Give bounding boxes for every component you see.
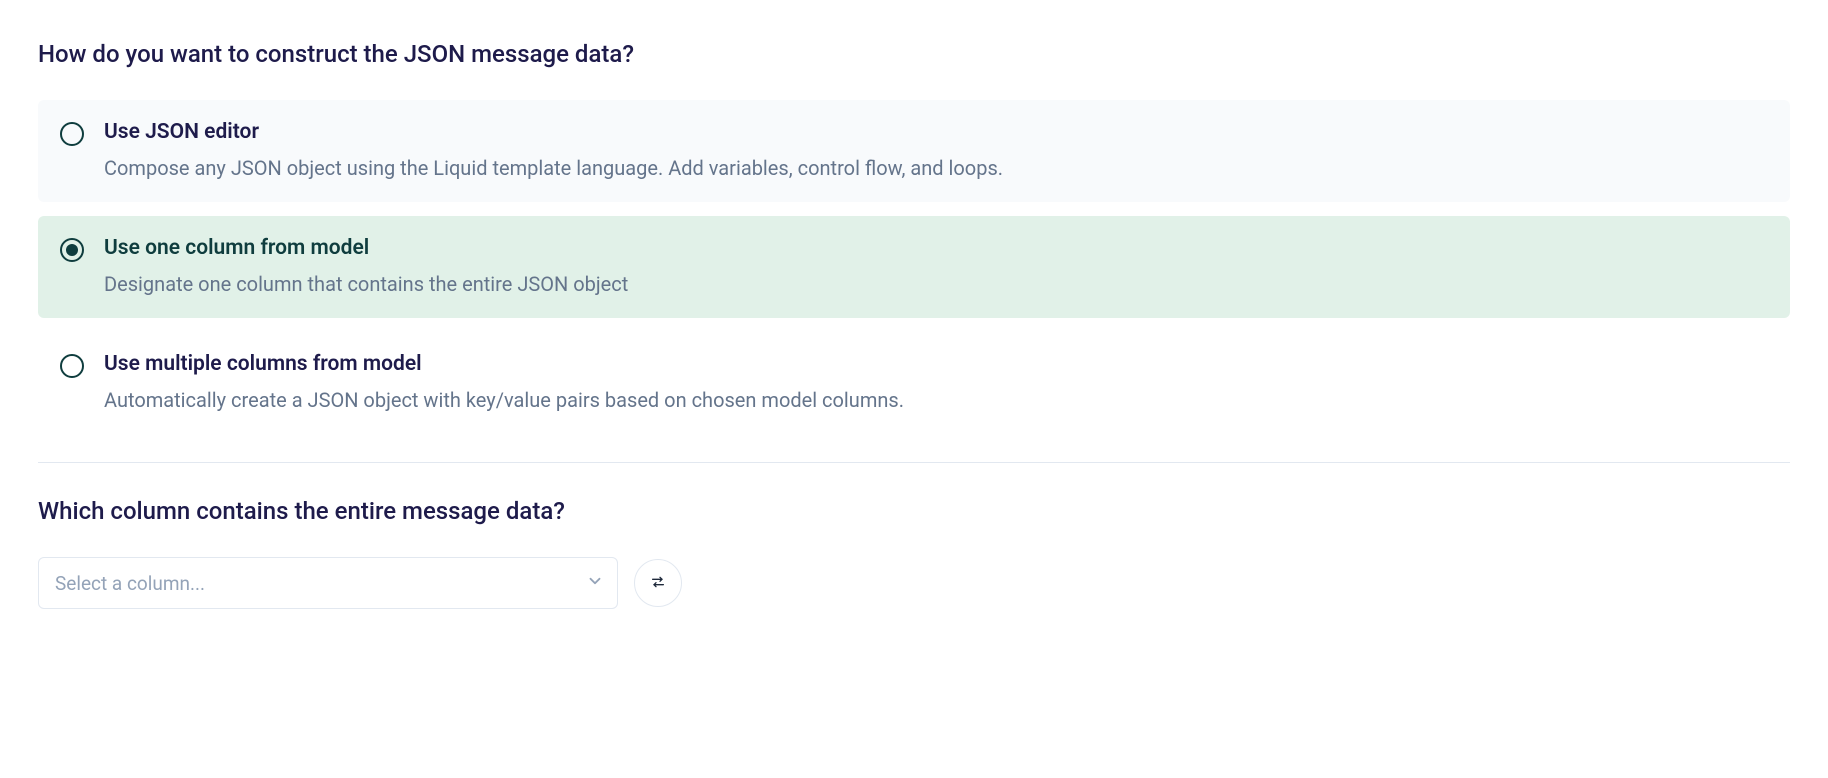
radio-title: Use one column from model [104,236,1768,260]
radio-description: Compose any JSON object using the Liquid… [104,154,1768,182]
radio-option-multiple-columns[interactable]: Use multiple columns from model Automati… [38,332,1790,434]
radio-title: Use JSON editor [104,120,1768,144]
radio-description: Automatically create a JSON object with … [104,386,1768,414]
radio-option-one-column[interactable]: Use one column from model Designate one … [38,216,1790,318]
radio-icon [60,354,84,378]
radio-content: Use one column from model Designate one … [104,236,1768,298]
radio-content: Use multiple columns from model Automati… [104,352,1768,414]
column-select-wrapper: Select a column... [38,557,618,609]
column-select[interactable]: Select a column... [38,557,618,609]
section-heading-construct: How do you want to construct the JSON me… [38,40,1790,68]
radio-option-json-editor[interactable]: Use JSON editor Compose any JSON object … [38,100,1790,202]
swap-button[interactable] [634,559,682,607]
radio-icon [60,238,84,262]
swap-icon [650,574,666,593]
radio-title: Use multiple columns from model [104,352,1768,376]
json-construct-radio-group: Use JSON editor Compose any JSON object … [38,100,1790,434]
section-divider [38,462,1790,463]
radio-content: Use JSON editor Compose any JSON object … [104,120,1768,182]
radio-description: Designate one column that contains the e… [104,270,1768,298]
section-heading-column: Which column contains the entire message… [38,497,1790,525]
radio-icon [60,122,84,146]
column-select-row: Select a column... [38,557,1790,609]
